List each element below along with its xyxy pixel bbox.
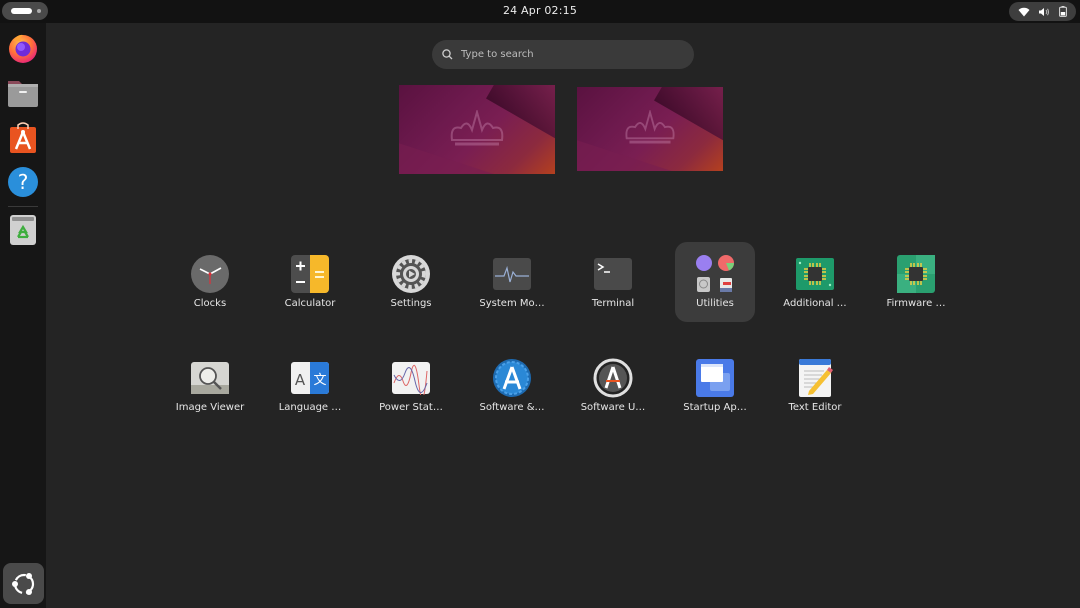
clock-icon bbox=[191, 255, 229, 293]
app-label: Text Editor bbox=[788, 402, 842, 413]
search-bar[interactable] bbox=[432, 40, 694, 69]
app-label: Software &… bbox=[479, 402, 545, 413]
app-additional-drivers[interactable]: Additional … bbox=[775, 242, 855, 322]
app-clocks[interactable]: Clocks bbox=[170, 242, 250, 322]
app-label: Image Viewer bbox=[175, 402, 245, 413]
dock-item-trash[interactable] bbox=[5, 212, 41, 248]
chip-icon bbox=[796, 258, 834, 290]
app-power-statistics[interactable]: Power Stat… bbox=[371, 346, 451, 426]
app-label: Settings bbox=[390, 298, 432, 309]
app-label: Software U… bbox=[580, 402, 646, 413]
app-label: Utilities bbox=[696, 298, 734, 309]
wifi-icon bbox=[1018, 7, 1030, 17]
settings-icon bbox=[392, 255, 430, 293]
text-editor-icon bbox=[799, 359, 833, 397]
show-apps-icon bbox=[11, 572, 34, 595]
app-label: Additional … bbox=[783, 298, 847, 309]
app-label: System Mo… bbox=[479, 298, 545, 309]
calculator-icon bbox=[291, 255, 329, 293]
top-bar: 24 Apr 02:15 bbox=[0, 0, 1080, 23]
app-settings[interactable]: Settings bbox=[371, 242, 451, 322]
app-language-support[interactable]: A文 Language … bbox=[270, 346, 350, 426]
volume-icon bbox=[1038, 7, 1050, 17]
svg-text:?: ? bbox=[18, 170, 29, 194]
app-startup-applications[interactable]: Startup Ap… bbox=[675, 346, 755, 426]
app-image-viewer[interactable]: Image Viewer bbox=[170, 346, 250, 426]
firmware-chip-icon bbox=[897, 255, 935, 293]
files-icon bbox=[8, 81, 38, 107]
app-system-monitor[interactable]: System Mo… bbox=[472, 242, 552, 322]
image-viewer-icon bbox=[191, 362, 229, 394]
clock[interactable]: 24 Apr 02:15 bbox=[0, 4, 1080, 17]
battery-icon bbox=[1058, 6, 1067, 17]
crown-icon bbox=[450, 109, 504, 145]
software-updater-icon bbox=[593, 358, 633, 398]
search-icon bbox=[442, 49, 453, 60]
workspace-thumbnail-2[interactable] bbox=[577, 87, 723, 171]
dock-separator bbox=[8, 206, 38, 207]
app-label: Startup Ap… bbox=[683, 402, 747, 413]
app-folder-utilities[interactable]: Utilities bbox=[675, 242, 755, 322]
app-label: Calculator bbox=[284, 298, 336, 309]
svg-text:文: 文 bbox=[313, 373, 326, 388]
app-label: Power Stat… bbox=[379, 402, 443, 413]
show-apps-button[interactable] bbox=[3, 563, 44, 604]
trash-icon bbox=[10, 215, 36, 245]
dock-item-help[interactable]: ? bbox=[5, 164, 41, 200]
app-calculator[interactable]: Calculator bbox=[270, 242, 350, 322]
search-input[interactable] bbox=[461, 49, 681, 60]
dock-item-firefox[interactable] bbox=[5, 30, 41, 66]
firefox-icon bbox=[9, 34, 37, 63]
crown-icon bbox=[625, 110, 675, 144]
dock: ? bbox=[0, 23, 46, 608]
app-software-updater[interactable]: Software U… bbox=[573, 346, 653, 426]
system-tray[interactable] bbox=[1009, 2, 1076, 21]
app-text-editor[interactable]: Text Editor bbox=[775, 346, 855, 426]
terminal-icon bbox=[594, 258, 632, 290]
app-firmware-updater[interactable]: Firmware … bbox=[876, 242, 956, 322]
startup-applications-icon bbox=[696, 359, 734, 397]
language-icon: A文 bbox=[291, 362, 329, 394]
app-center-icon bbox=[10, 122, 36, 153]
app-label: Firmware … bbox=[886, 298, 946, 309]
utilities-folder-icon bbox=[696, 255, 735, 292]
app-software-and-updates[interactable]: Software &… bbox=[472, 346, 552, 426]
app-label: Language … bbox=[278, 402, 342, 413]
system-monitor-icon bbox=[493, 258, 531, 290]
dock-item-app-center[interactable] bbox=[5, 120, 41, 156]
workspace-thumbnail-1[interactable] bbox=[399, 85, 555, 174]
svg-text:A: A bbox=[295, 371, 306, 389]
app-terminal[interactable]: Terminal bbox=[573, 242, 653, 322]
app-label: Clocks bbox=[193, 298, 227, 309]
help-icon: ? bbox=[8, 167, 38, 197]
software-sources-icon bbox=[493, 359, 531, 397]
power-statistics-icon bbox=[392, 362, 430, 395]
dock-item-files[interactable] bbox=[5, 75, 41, 111]
app-label: Terminal bbox=[591, 298, 635, 309]
